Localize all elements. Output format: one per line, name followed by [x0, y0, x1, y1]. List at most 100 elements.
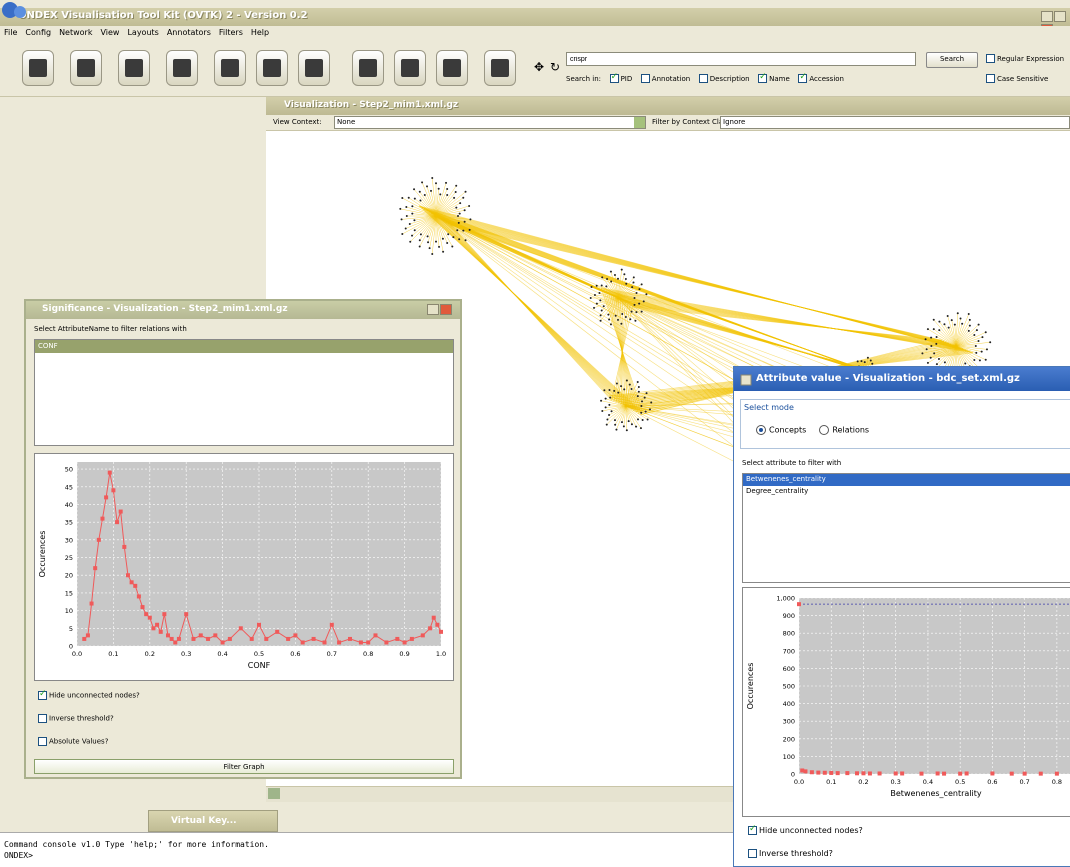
data-point — [1054, 771, 1059, 776]
chevron-down-icon[interactable] — [634, 117, 645, 128]
case-sensitive-checkbox[interactable] — [986, 74, 995, 83]
network-node — [856, 360, 859, 363]
x-tick-label: 1.0 — [436, 650, 446, 658]
menu-network[interactable]: Network — [55, 26, 96, 39]
list-item[interactable]: CONF — [35, 340, 453, 353]
maximize-icon[interactable] — [1054, 11, 1066, 22]
network-node — [468, 228, 471, 231]
attr-hide-unconnected-checkbox[interactable] — [748, 824, 757, 835]
toolbar: ✥ ↻ — [0, 42, 1070, 97]
network-node — [640, 405, 643, 407]
virtual-keyboard-window[interactable]: Virtual Key... — [148, 810, 278, 832]
menu-config[interactable]: Config — [21, 26, 55, 39]
accession-checkbox[interactable] — [798, 72, 808, 83]
minimize-icon[interactable] — [1041, 11, 1053, 22]
data-point — [151, 626, 156, 631]
scroll-left-icon[interactable] — [268, 788, 280, 799]
pid-checkbox[interactable] — [609, 72, 619, 83]
x-axis-label: CONF — [248, 661, 271, 670]
x-tick-label: 0.1 — [108, 650, 118, 658]
zoom-in-button[interactable] — [394, 50, 426, 86]
menu-layouts[interactable]: Layouts — [123, 26, 162, 39]
inverse-threshold-checkbox[interactable] — [38, 714, 47, 723]
open-button[interactable] — [22, 50, 54, 86]
list-item[interactable]: Betwenenes_centrality — [743, 474, 1070, 486]
attr-inverse-threshold-checkbox[interactable] — [748, 849, 757, 858]
network-node — [639, 427, 642, 430]
attribute-list[interactable]: Betwenenes_centrality Degree_centrality — [742, 473, 1070, 583]
delete-button[interactable] — [256, 50, 288, 86]
network-node — [399, 207, 402, 210]
network-node — [984, 331, 987, 334]
data-point — [835, 771, 840, 776]
network-node — [601, 410, 604, 413]
network-node — [634, 319, 637, 322]
case-sensitive-label: Case Sensitive — [997, 74, 1049, 83]
network-node — [601, 276, 604, 279]
absolute-values-checkbox[interactable] — [38, 737, 47, 746]
network-node — [633, 303, 636, 306]
fit-view-button[interactable] — [484, 50, 516, 86]
close-icon[interactable] — [440, 304, 452, 315]
relations-radio[interactable] — [819, 425, 830, 435]
network-node — [938, 329, 941, 332]
data-point — [100, 516, 105, 521]
list-item[interactable]: Degree_centrality — [743, 486, 1070, 498]
menu-view[interactable]: View — [96, 26, 123, 39]
move-icon[interactable]: ✥ — [532, 60, 546, 74]
filter-graph-button[interactable]: Filter Graph — [34, 759, 454, 774]
data-point — [89, 601, 94, 606]
data-point — [1009, 771, 1014, 776]
minimize-icon[interactable] — [427, 304, 439, 315]
network-node — [869, 359, 872, 362]
x-tick-label: 0.8 — [363, 650, 373, 658]
network-node — [961, 322, 964, 325]
description-checkbox[interactable] — [698, 74, 708, 83]
data-point — [964, 771, 969, 776]
check-button[interactable] — [214, 50, 246, 86]
menu-help[interactable]: Help — [247, 26, 273, 39]
attribute-name-list[interactable]: CONF — [34, 339, 454, 446]
zoom-out-button[interactable] — [436, 50, 468, 86]
menu-annotators[interactable]: Annotators — [163, 26, 215, 39]
view-context-select[interactable]: None — [334, 116, 646, 129]
data-point — [93, 566, 98, 571]
info-button[interactable] — [166, 50, 198, 86]
case-option: Case Sensitive — [986, 74, 1054, 83]
refresh-button[interactable] — [352, 50, 384, 86]
search-button[interactable]: Search — [926, 52, 978, 68]
data-point — [147, 615, 152, 620]
network-node — [607, 313, 610, 316]
data-point — [96, 537, 101, 542]
tools-button[interactable] — [118, 50, 150, 86]
network-node — [405, 206, 408, 209]
data-point — [85, 633, 90, 638]
data-point — [358, 640, 363, 645]
network-node — [463, 220, 466, 223]
save-icon — [77, 59, 95, 77]
data-point — [919, 771, 924, 776]
menu-filters[interactable]: Filters — [215, 26, 247, 39]
zoom-in-icon — [401, 59, 419, 77]
menu-file[interactable]: File — [0, 26, 21, 39]
regex-checkbox[interactable] — [986, 54, 995, 63]
copy-button[interactable] — [298, 50, 330, 86]
concepts-radio[interactable] — [756, 425, 766, 435]
data-point — [431, 615, 436, 620]
filter-context-select[interactable]: Ignore — [720, 116, 1070, 129]
data-point — [845, 771, 850, 776]
hide-unconnected-checkbox[interactable] — [38, 689, 47, 700]
network-node — [636, 418, 639, 421]
rotate-icon[interactable]: ↻ — [548, 60, 562, 74]
network-node — [604, 397, 607, 400]
save-button[interactable] — [70, 50, 102, 86]
data-point — [249, 636, 254, 641]
search-input[interactable] — [566, 52, 916, 66]
network-node — [973, 333, 976, 336]
significance-window: Significance - Visualization - Step2_mim… — [24, 299, 462, 779]
annotation-checkbox[interactable] — [640, 74, 650, 83]
network-node — [430, 189, 433, 192]
attr-hide-unconnected-label: Hide unconnected nodes? — [759, 826, 863, 835]
name-checkbox[interactable] — [758, 72, 768, 83]
network-node — [593, 293, 596, 296]
